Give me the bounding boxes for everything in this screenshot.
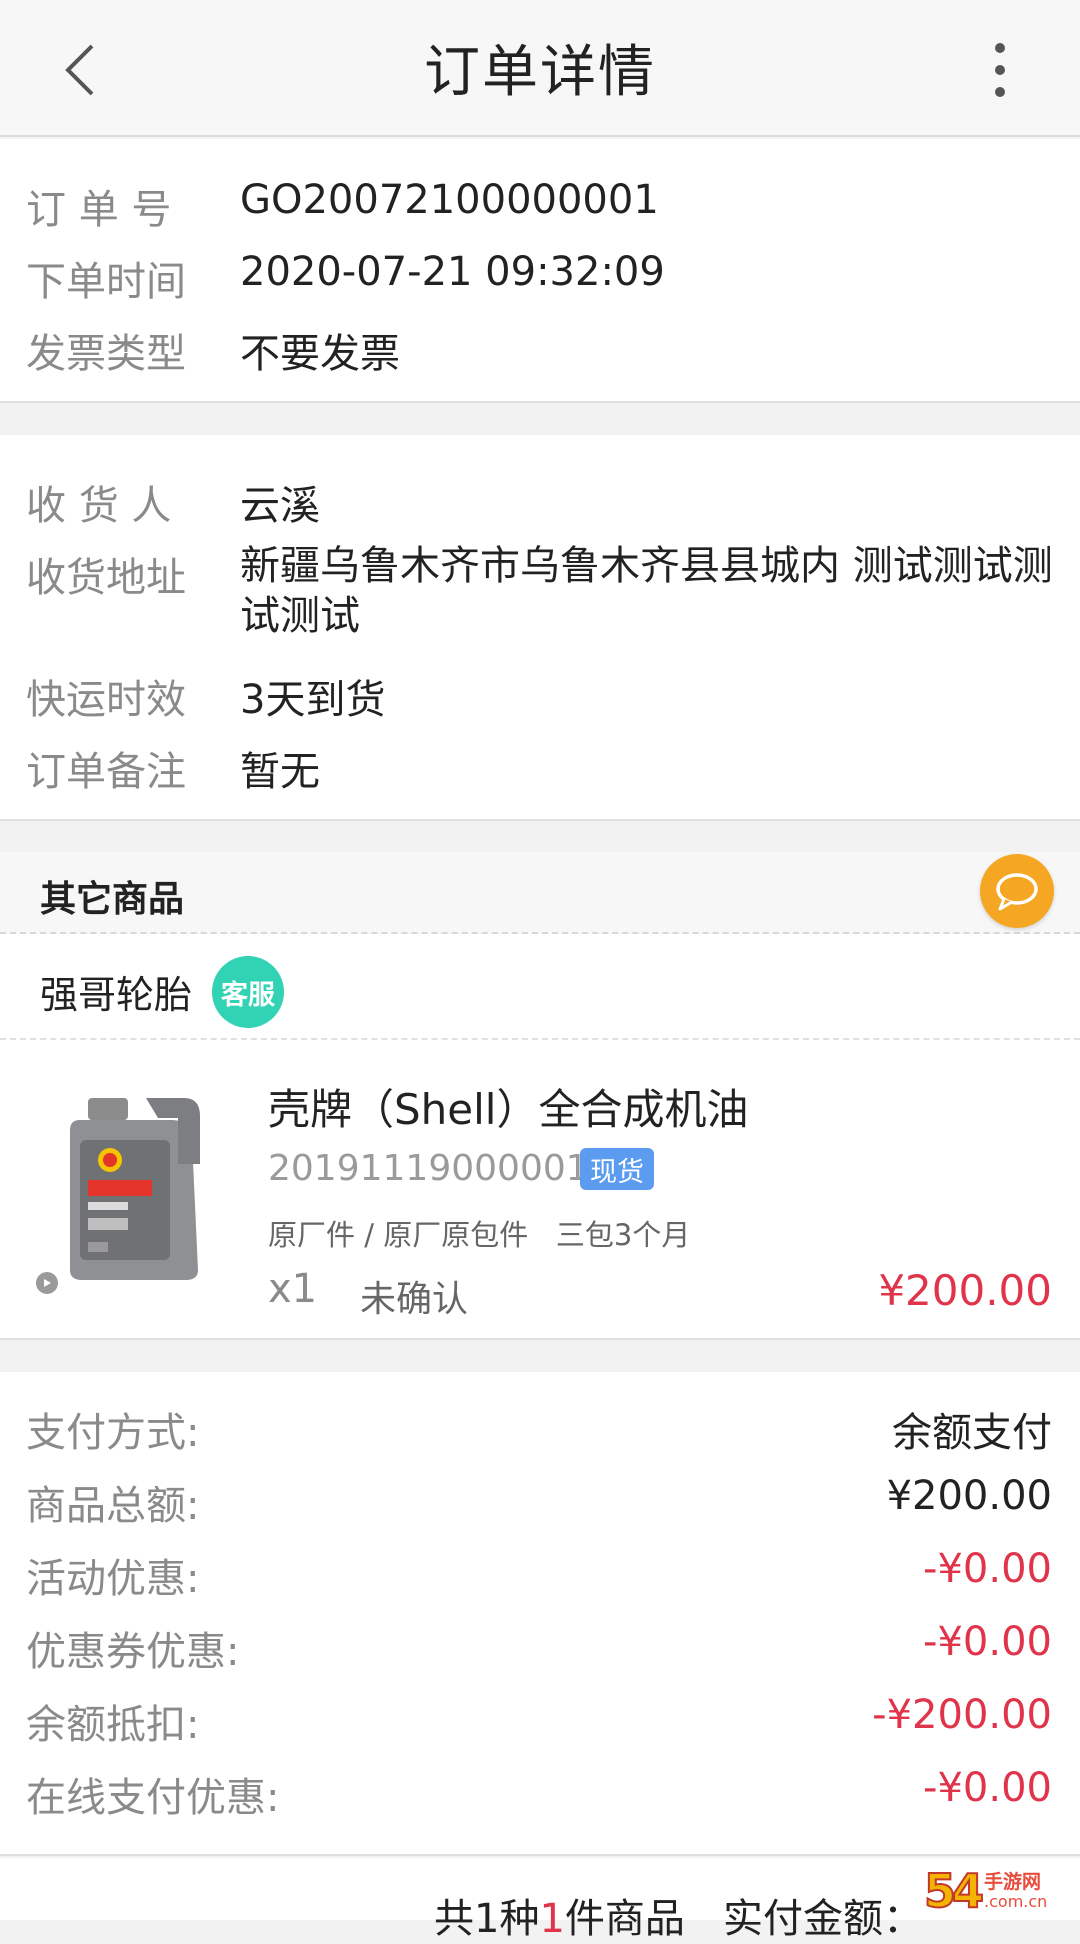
product-image [70, 1098, 200, 1280]
product-attributes: 原厂件 / 原厂原包件 三包3个月 [268, 1218, 691, 1252]
balance-deduction-value: -¥200.00 [872, 1692, 1052, 1738]
page-title: 订单详情 [424, 40, 656, 105]
promotion-discount-value: -¥0.00 [923, 1546, 1052, 1592]
receiver-label: 收 货 人 [26, 483, 172, 529]
order-time-value: 2020-07-21 09:32:09 [240, 249, 665, 295]
watermark-line2: .com.cn [984, 1892, 1048, 1911]
play-icon[interactable] [36, 1272, 58, 1294]
coupon-discount-label: 优惠券优惠: [26, 1629, 240, 1675]
address-label: 收货地址 [26, 555, 186, 601]
more-options-button[interactable] [960, 30, 1040, 110]
stock-tag: 现货 [580, 1148, 654, 1190]
coupon-discount-value: -¥0.00 [923, 1619, 1052, 1665]
payment-method-value: 余额支付 [892, 1410, 1052, 1456]
product-status: 未确认 [360, 1279, 469, 1320]
invoice-type-value: 不要发票 [240, 331, 400, 377]
watermark-line1: 手游网 [984, 1871, 1042, 1893]
shop-row: 强哥轮胎 客服 [0, 934, 1080, 1040]
product-name: 壳牌（Shell）全合成机油 [268, 1085, 749, 1134]
bottom-summary-bar: 共1种1件商品 实付金额： [0, 1858, 1080, 1942]
chevron-left-icon [65, 44, 94, 96]
more-vertical-icon [995, 43, 1005, 97]
remark-label: 订单备注 [26, 749, 186, 795]
coupon-discount-row: 优惠券优惠: -¥0.00 [0, 1619, 1080, 1679]
receiver-value: 云溪 [240, 483, 320, 529]
payment-summary-card: 支付方式: 余额支付 商品总额: ¥200.00 活动优惠: -¥0.00 优惠… [0, 1372, 1080, 1856]
goods-total-value: ¥200.00 [886, 1473, 1052, 1519]
invoice-type-label: 发票类型 [26, 331, 186, 377]
order-number-label: 订 单 号 [26, 187, 172, 233]
online-payment-discount-value: -¥0.00 [923, 1765, 1052, 1811]
summary-prefix: 共1种 [434, 1896, 540, 1942]
order-info-card: 订 单 号 GO20072100000001 下单时间 2020-07-21 0… [0, 139, 1080, 403]
promotion-discount-row: 活动优惠: -¥0.00 [0, 1546, 1080, 1606]
summary-suffix: 件商品 实付金额： [564, 1896, 924, 1942]
shop-name: 强哥轮胎 [40, 973, 193, 1017]
balance-deduction-label: 余额抵扣: [26, 1702, 200, 1748]
product-item[interactable]: 壳牌（Shell）全合成机油 20191119000001 现货 原厂件 / 原… [0, 1040, 1080, 1340]
goods-total-label: 商品总额: [26, 1483, 200, 1529]
remark-value: 暂无 [240, 749, 320, 795]
order-number-value: GO20072100000001 [240, 177, 659, 223]
shipping-info-card: 收 货 人 云溪 收货地址 新疆乌鲁木齐市乌鲁木齐县县城内 测试测试测试测试 快… [0, 435, 1080, 821]
payment-method-label: 支付方式: [26, 1410, 200, 1456]
delivery-label: 快运时效 [26, 677, 186, 723]
summary-count: 1 [539, 1896, 565, 1942]
online-payment-discount-row: 在线支付优惠: -¥0.00 [0, 1765, 1080, 1825]
other-goods-header: 其它商品 [0, 852, 1080, 934]
goods-total-row: 商品总额: ¥200.00 [0, 1473, 1080, 1533]
promotion-discount-label: 活动优惠: [26, 1556, 200, 1602]
delivery-value: 3天到货 [240, 677, 386, 723]
watermark-number: 54 [923, 1863, 985, 1919]
product-quantity: x1 [268, 1266, 318, 1312]
customer-service-button[interactable]: 客服 [212, 956, 284, 1028]
order-time-label: 下单时间 [26, 259, 186, 305]
online-payment-discount-label: 在线支付优惠: [26, 1775, 280, 1821]
product-price: ¥200.00 [878, 1266, 1052, 1315]
product-code: 20191119000001 [268, 1148, 589, 1189]
back-button[interactable] [40, 30, 120, 110]
address-value: 新疆乌鲁木齐市乌鲁木齐县县城内 测试测试测试测试 [240, 543, 1053, 639]
balance-deduction-row: 余额抵扣: -¥200.00 [0, 1692, 1080, 1752]
watermark-logo: 54 手游网 .com.cn [923, 1862, 1074, 1920]
summary-text: 共1种1件商品 实付金额： [434, 1886, 923, 1944]
chat-button[interactable] [980, 854, 1054, 928]
chat-bubble-icon [996, 873, 1038, 911]
top-app-bar: 订单详情 [0, 0, 1080, 137]
watermark-text: 手游网 .com.cn [984, 1871, 1047, 1911]
other-goods-title: 其它商品 [40, 879, 185, 920]
payment-method-row: 支付方式: 余额支付 [0, 1400, 1080, 1460]
